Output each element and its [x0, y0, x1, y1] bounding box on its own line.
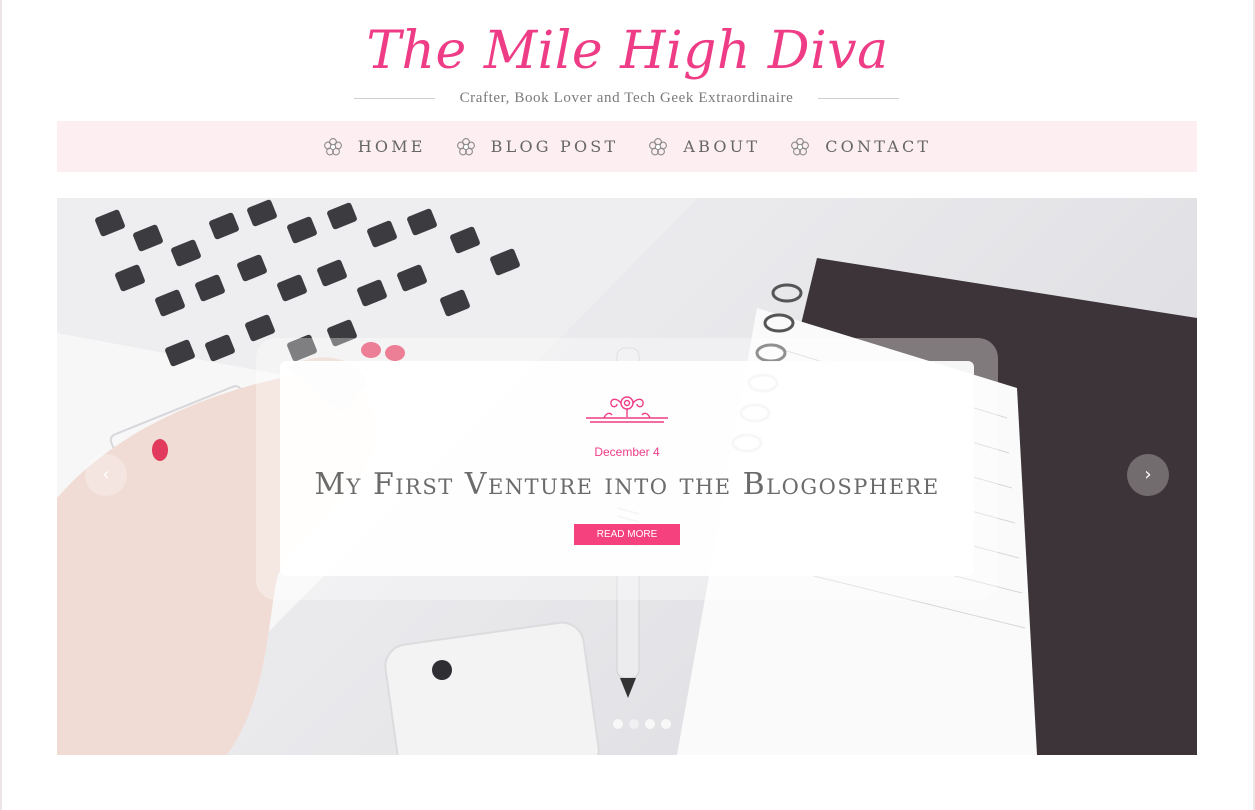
slider-pagination	[613, 719, 677, 729]
slider-dot[interactable]	[661, 719, 671, 729]
nav-item-about[interactable]: ABOUT	[648, 137, 760, 157]
slider-prev-button[interactable]: ‹	[85, 454, 127, 496]
nav-label: ABOUT	[683, 137, 761, 156]
nav-item-home[interactable]: HOME	[323, 137, 426, 157]
site-tagline: Crafter, Book Lover and Tech Geek Extrao…	[459, 89, 794, 106]
flower-icon	[456, 137, 475, 155]
read-more-button[interactable]: READ MORE	[574, 524, 680, 545]
site-title[interactable]: The Mile High Diva	[0, 12, 1255, 90]
tagline-row: Crafter, Book Lover and Tech Geek Extrao…	[354, 88, 899, 108]
nav-label: BLOG POST	[490, 137, 619, 156]
nav-item-contact[interactable]: CONTACT	[790, 137, 931, 157]
slide-caption-card: December 4 My First Venture into the Blo…	[280, 361, 974, 576]
nav-item-blog-post[interactable]: BLOG POST	[456, 137, 619, 157]
main-nav: HOME BLOG POST ABOUT CONTACT	[57, 121, 1197, 172]
post-title[interactable]: My First Venture into the Blogosphere	[280, 467, 974, 502]
site-header: The Mile High Diva Crafter, Book Lover a…	[0, 0, 1255, 120]
flower-icon	[791, 137, 810, 155]
phone-illustration	[384, 621, 600, 755]
flower-icon	[649, 137, 668, 155]
slider-dot-active[interactable]	[629, 719, 639, 729]
slider-dot[interactable]	[645, 719, 655, 729]
chevron-left-icon: ‹	[102, 464, 110, 485]
divider-left	[354, 97, 435, 99]
nav-label: CONTACT	[825, 137, 932, 156]
flower-icon	[323, 137, 342, 155]
featured-slider: December 4 My First Venture into the Blo…	[57, 198, 1197, 755]
flourish-ornament-icon	[586, 396, 668, 423]
divider-right	[818, 97, 899, 99]
nav-label: HOME	[357, 137, 426, 156]
post-date: December 4	[594, 445, 660, 459]
slider-dot[interactable]	[613, 719, 623, 729]
chevron-right-icon: ›	[1144, 464, 1152, 485]
slider-next-button[interactable]: ›	[1127, 454, 1169, 496]
